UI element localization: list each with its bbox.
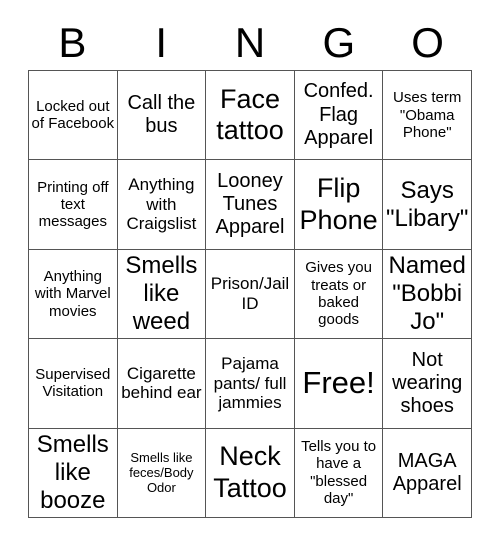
bingo-cell-label: Face tattoo	[216, 83, 284, 146]
bingo-cell[interactable]: Not wearing shoes	[383, 339, 472, 429]
header-letter-i: I	[155, 19, 168, 66]
bingo-card: B I N G O Locked out of Facebook Call th…	[0, 0, 500, 544]
bingo-cell[interactable]: Anything with Marvel movies	[29, 249, 118, 340]
bingo-cell[interactable]: Named "Bobbi Jo"	[383, 249, 472, 340]
bingo-cell-label: Printing off text messages	[37, 178, 109, 231]
bingo-cell[interactable]: Flip Phone	[294, 160, 384, 250]
bingo-cell[interactable]: Pajama pants/ full jammies	[206, 339, 295, 429]
bingo-cell-label: Locked out of Facebook	[31, 97, 115, 133]
bingo-cell-label: Not wearing shoes	[392, 348, 463, 417]
bingo-cell-label: Tells you to have a "blessed day"	[301, 438, 377, 508]
bingo-cell-label: Gives you treats or baked goods	[305, 259, 372, 329]
bingo-cell[interactable]: Gives you treats or baked goods	[294, 249, 384, 340]
bingo-cell-label: Smells like booze	[36, 431, 109, 514]
bingo-cell[interactable]: Locked out of Facebook	[29, 71, 118, 161]
bingo-cell[interactable]: Smells like booze	[29, 428, 118, 518]
header-letter-b: B	[58, 19, 87, 66]
bingo-cell[interactable]: Says "Libary"	[383, 160, 472, 250]
header-letter-g: G	[322, 19, 356, 66]
bingo-cell-free[interactable]: Free!	[294, 339, 384, 429]
bingo-cell[interactable]: Call the bus	[117, 71, 207, 161]
bingo-cell-label: Flip Phone	[299, 173, 378, 235]
bingo-cell[interactable]: Face tattoo	[206, 71, 295, 161]
header-letter-o: O	[411, 19, 444, 66]
bingo-cell-label: Confed. Flag Apparel	[303, 80, 374, 149]
bingo-cell-label: Cigarette behind ear	[121, 363, 202, 403]
header-letter-n: N	[234, 19, 266, 66]
bingo-cell[interactable]: Uses term "Obama Phone"	[383, 71, 472, 161]
bingo-cell-label: Call the bus	[127, 92, 196, 138]
bingo-cell[interactable]: Neck Tattoo	[206, 428, 295, 518]
bingo-cell[interactable]: Tells you to have a "blessed day"	[294, 428, 384, 518]
bingo-cell-label: Anything with Craigslist	[126, 175, 197, 234]
bingo-cell-label: Supervised Visitation	[35, 366, 111, 401]
bingo-cell-label: Looney Tunes Apparel	[215, 169, 285, 239]
bingo-header-row: B I N G O	[28, 16, 472, 70]
bingo-cell-label: MAGA Apparel	[392, 449, 462, 495]
bingo-cell-label: Anything with Marvel movies	[34, 267, 111, 320]
bingo-cell-label: Neck Tattoo	[213, 441, 287, 503]
bingo-cell[interactable]: Anything with Craigslist	[117, 160, 207, 250]
bingo-grid: Locked out of Facebook Call the bus Face…	[28, 70, 472, 518]
bingo-cell-label: Pajama pants/ full jammies	[213, 353, 287, 413]
bingo-cell[interactable]: Supervised Visitation	[29, 339, 118, 429]
bingo-cell-label: Free!	[302, 365, 375, 401]
bingo-cell[interactable]: Smells like feces/Body Odor	[117, 428, 207, 518]
bingo-cell-label: Named "Bobbi Jo"	[388, 252, 466, 335]
bingo-cell[interactable]: Smells like weed	[117, 249, 207, 340]
bingo-cell-label: Says "Libary"	[385, 176, 469, 232]
bingo-cell[interactable]: Cigarette behind ear	[117, 339, 207, 429]
bingo-cell-label: Smells like feces/Body Odor	[129, 450, 194, 496]
bingo-cell-label: Smells like weed	[125, 252, 198, 335]
bingo-cell-label: Prison/Jail ID	[210, 274, 290, 313]
bingo-cell[interactable]: Printing off text messages	[29, 160, 118, 250]
bingo-cell[interactable]: Looney Tunes Apparel	[206, 160, 295, 250]
bingo-cell[interactable]: Prison/Jail ID	[206, 249, 295, 340]
bingo-cell-label: Uses term "Obama Phone"	[393, 89, 462, 141]
bingo-cell[interactable]: Confed. Flag Apparel	[294, 71, 384, 161]
bingo-cell[interactable]: MAGA Apparel	[383, 428, 472, 518]
